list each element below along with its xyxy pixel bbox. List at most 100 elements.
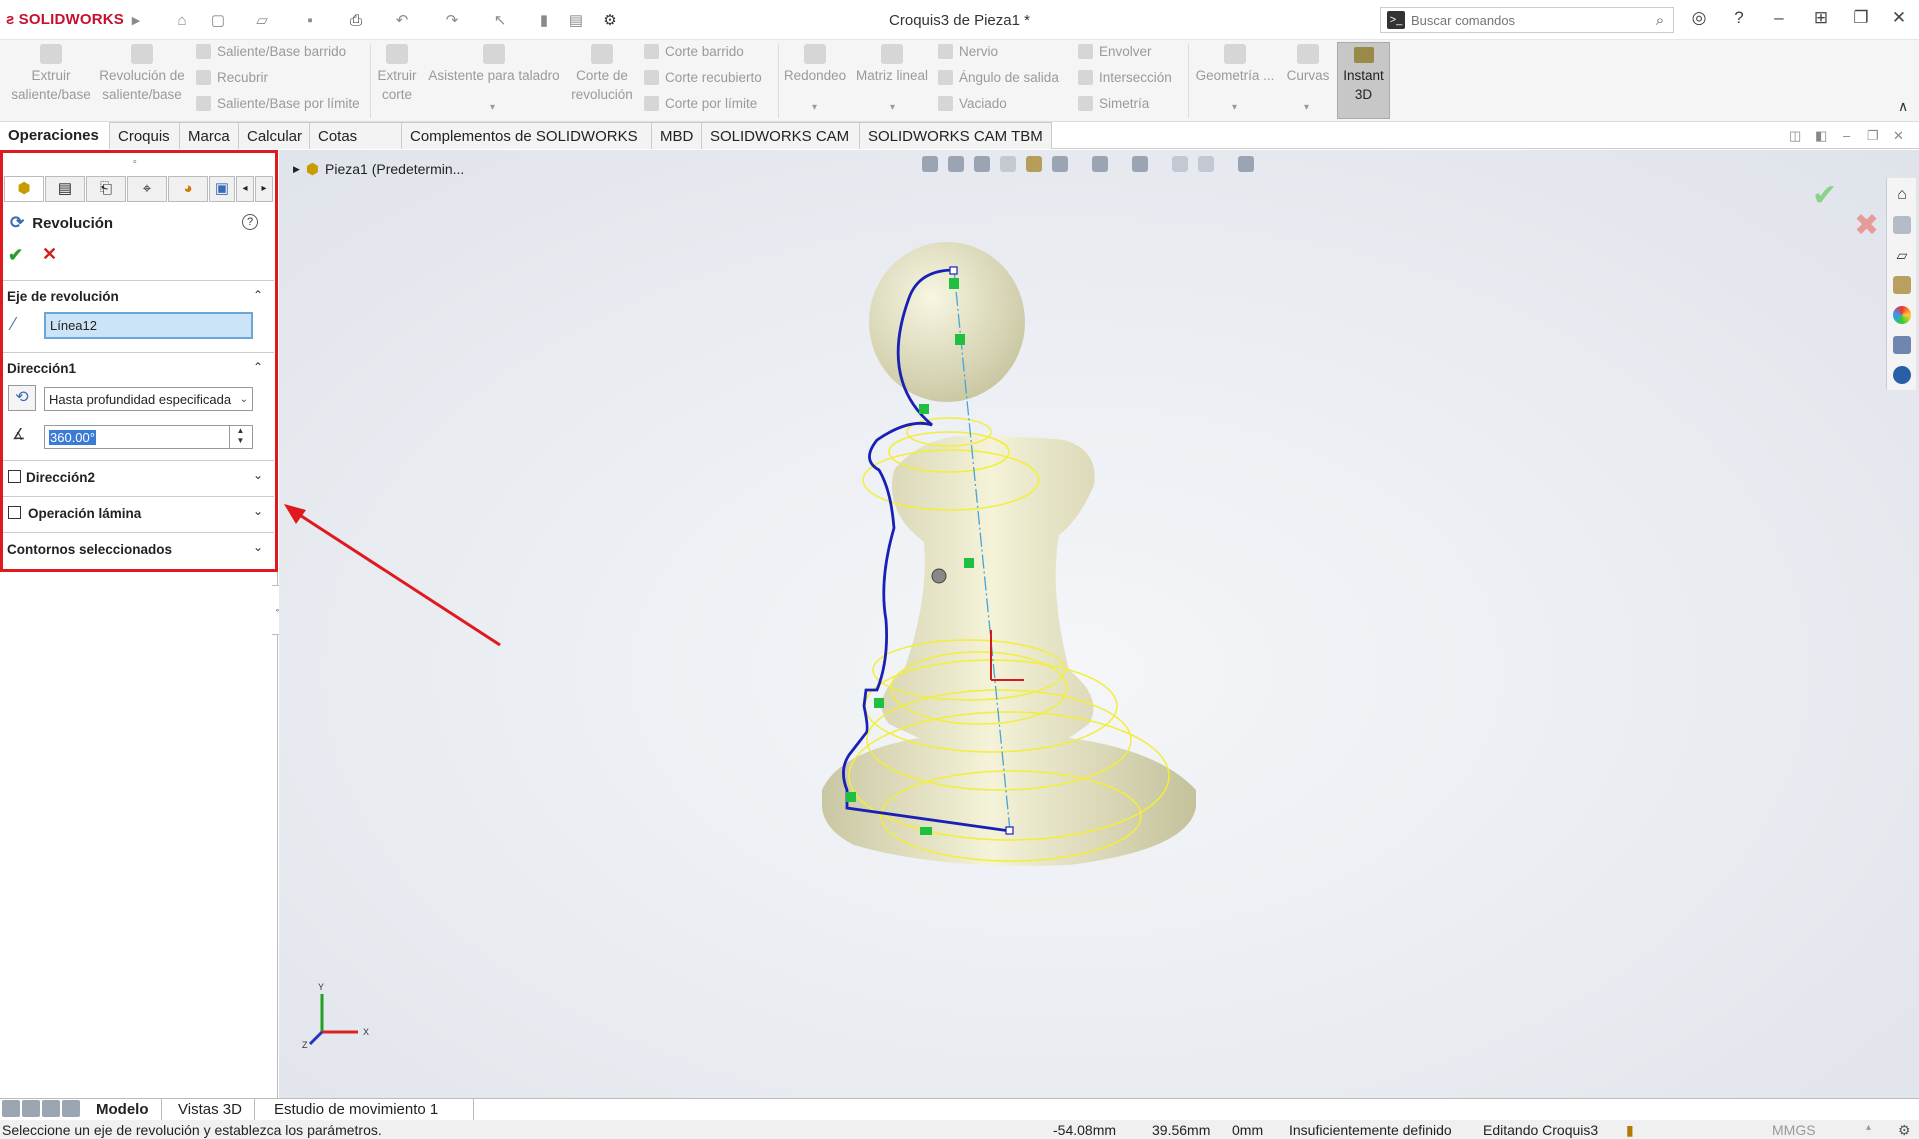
- help-icon[interactable]: ?: [242, 214, 258, 230]
- next-tab-icon[interactable]: [42, 1100, 60, 1117]
- tab-complementos[interactable]: Complementos de SOLIDWORKS: [402, 122, 652, 149]
- search-input[interactable]: [1411, 12, 1647, 28]
- close-icon[interactable]: ✕: [1884, 8, 1914, 32]
- mirror-button[interactable]: Simetría: [1078, 96, 1149, 111]
- display-manager-tab[interactable]: ◕: [168, 176, 208, 202]
- tab-cotas-mbd[interactable]: Cotas MBD: [310, 122, 402, 172]
- new-document-icon[interactable]: ▢: [206, 9, 230, 31]
- appearances-icon[interactable]: [1893, 306, 1911, 324]
- geometry-dropdown-icon[interactable]: ▾: [1232, 102, 1237, 113]
- panel-grip-icon[interactable]: ∘: [132, 156, 138, 167]
- thin-feature-section-header[interactable]: Operación lámina: [28, 506, 141, 521]
- save-icon[interactable]: ▪: [298, 9, 322, 31]
- file-explorer-icon[interactable]: ▱: [1893, 246, 1911, 264]
- revolve-boss-button[interactable]: Revolución de saliente/base: [98, 44, 186, 104]
- account-icon[interactable]: ◎: [1684, 8, 1714, 32]
- chevron-down-icon[interactable]: ⌄: [253, 540, 263, 554]
- viewport-tile-left-icon[interactable]: ◫: [1789, 128, 1801, 144]
- search-icon[interactable]: ⌕: [1647, 12, 1673, 29]
- reference-geometry-button[interactable]: Geometría ...: [1192, 44, 1278, 85]
- thin-feature-checkbox[interactable]: [8, 506, 21, 519]
- tab-operaciones[interactable]: Operaciones: [0, 122, 110, 149]
- chevron-down-icon[interactable]: ⌄: [253, 468, 263, 482]
- tab-motion-study[interactable]: Estudio de movimiento 1: [262, 1099, 474, 1120]
- fillet-button[interactable]: Redondeo: [782, 44, 848, 85]
- fillet-dropdown-icon[interactable]: ▾: [812, 102, 817, 113]
- restore-icon[interactable]: ❐: [1846, 8, 1876, 32]
- swept-cut-button[interactable]: Corte barrido: [644, 44, 744, 59]
- tab-solidworks-cam[interactable]: SOLIDWORKS CAM: [702, 122, 860, 149]
- viewport-restore-icon[interactable]: ❐: [1867, 128, 1879, 144]
- extruded-cut-button[interactable]: Extruir corte: [374, 44, 420, 104]
- tab-croquis[interactable]: Croquis: [110, 122, 180, 149]
- chevron-up-icon[interactable]: ⌃: [253, 360, 263, 374]
- chevron-down-icon[interactable]: ⌄: [253, 504, 263, 518]
- instant3d-button[interactable]: Instant 3D: [1337, 42, 1390, 119]
- axis-selection-field[interactable]: Línea12: [44, 312, 253, 339]
- viewport-minimize-icon[interactable]: –: [1843, 128, 1850, 143]
- direction2-checkbox[interactable]: [8, 470, 21, 483]
- custom-properties-icon[interactable]: [1893, 336, 1911, 354]
- linear-pattern-button[interactable]: Matriz lineal: [852, 44, 932, 85]
- pattern-dropdown-icon[interactable]: ▾: [890, 102, 895, 113]
- print-icon[interactable]: ⎙: [344, 9, 368, 31]
- units-selector[interactable]: MMGS: [1772, 1122, 1816, 1138]
- units-dropdown-icon[interactable]: ▴: [1866, 1122, 1871, 1133]
- rib-button[interactable]: Nervio: [938, 44, 998, 59]
- axis-section-header[interactable]: Eje de revolución: [7, 289, 119, 304]
- last-tab-icon[interactable]: [62, 1100, 80, 1117]
- view-palette-icon[interactable]: [1893, 276, 1911, 294]
- rebuild-icon[interactable]: ▮: [532, 9, 556, 31]
- hole-wizard-button[interactable]: Asistente para taladro: [424, 44, 564, 85]
- angle-input[interactable]: 360.00°: [44, 425, 253, 449]
- curves-button[interactable]: Curvas: [1282, 44, 1334, 85]
- tab-vistas-3d[interactable]: Vistas 3D: [166, 1099, 255, 1120]
- tab-modelo[interactable]: Modelo: [84, 1099, 162, 1120]
- tab-calcular[interactable]: Calcular: [239, 122, 310, 149]
- feature-manager-tab[interactable]: ⬢: [4, 176, 44, 202]
- file-properties-icon[interactable]: ▤: [564, 9, 588, 31]
- direction1-section-header[interactable]: Dirección1: [7, 361, 76, 376]
- extrude-boss-button[interactable]: Extruir saliente/base: [8, 44, 94, 104]
- cam-tab[interactable]: ▣: [209, 176, 235, 202]
- wrap-button[interactable]: Envolver: [1078, 44, 1152, 59]
- open-icon[interactable]: ▱: [250, 9, 274, 31]
- configuration-manager-tab[interactable]: ⎗: [86, 176, 126, 202]
- tile-icon[interactable]: ⊞: [1806, 8, 1836, 32]
- sketch-origin-point[interactable]: [931, 568, 947, 584]
- draft-button[interactable]: Ángulo de salida: [938, 70, 1059, 85]
- minimize-icon[interactable]: –: [1764, 8, 1794, 32]
- solidworks-logo[interactable]: ƨ SOLIDWORKS: [6, 11, 124, 28]
- direction2-section-header[interactable]: Dirección2: [26, 470, 95, 485]
- sketch-endpoint[interactable]: [949, 266, 958, 275]
- help-icon[interactable]: ?: [1724, 8, 1754, 32]
- boundary-boss-button[interactable]: Saliente/Base por límite: [196, 96, 360, 111]
- boundary-cut-button[interactable]: Corte por límite: [644, 96, 757, 111]
- customize-status-icon[interactable]: ⚙: [1898, 1122, 1911, 1139]
- cancel-x-icon[interactable]: ✕: [42, 244, 57, 265]
- menu-expand-icon[interactable]: ▶: [130, 9, 142, 31]
- collapse-ribbon-icon[interactable]: ∧: [1898, 98, 1908, 115]
- reverse-direction-icon[interactable]: ⟲: [8, 385, 36, 411]
- previous-tab-icon[interactable]: [22, 1100, 40, 1117]
- undo-icon[interactable]: ↶: [390, 9, 414, 31]
- loft-button[interactable]: Recubrir: [196, 70, 268, 85]
- revolved-cut-button[interactable]: Corte de revolución: [566, 44, 638, 104]
- lofted-cut-button[interactable]: Corte recubierto: [644, 70, 762, 85]
- swept-boss-button[interactable]: Saliente/Base barrido: [196, 44, 346, 59]
- property-manager-tab[interactable]: ▤: [45, 176, 85, 202]
- intersect-button[interactable]: Intersección: [1078, 70, 1172, 85]
- angle-spinner[interactable]: ▲ ▼: [229, 426, 251, 448]
- rebuild-indicator-icon[interactable]: ▮: [1626, 1122, 1634, 1139]
- tab-solidworks-cam-tbm[interactable]: SOLIDWORKS CAM TBM: [860, 122, 1052, 149]
- scroll-right-icon[interactable]: ▸: [255, 176, 273, 202]
- solidworks-resources-icon[interactable]: [1893, 366, 1911, 384]
- tab-marca[interactable]: Marca: [180, 122, 239, 149]
- home-icon[interactable]: ⌂: [1893, 186, 1911, 204]
- design-library-icon[interactable]: [1893, 216, 1911, 234]
- sketch-endpoint[interactable]: [1005, 826, 1014, 835]
- hole-wizard-dropdown-icon[interactable]: ▾: [490, 102, 495, 113]
- home-icon[interactable]: ⌂: [170, 9, 194, 31]
- scroll-left-icon[interactable]: ◂: [236, 176, 254, 202]
- end-condition-select[interactable]: Hasta profundidad especificada ⌄: [44, 387, 253, 411]
